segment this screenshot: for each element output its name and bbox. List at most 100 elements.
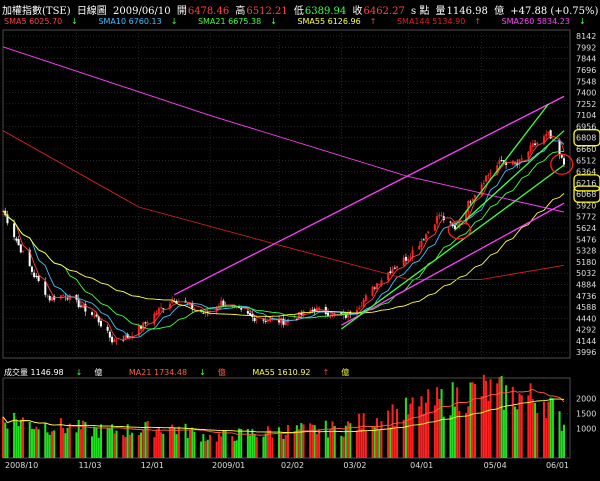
volume-bar — [184, 423, 187, 458]
candle-body — [527, 151, 530, 159]
volume-bar — [233, 440, 236, 458]
volume-bar — [253, 433, 256, 458]
volume-bar — [505, 385, 508, 458]
candle-body — [547, 131, 550, 133]
candle-body — [160, 307, 163, 309]
volume-bar — [160, 432, 163, 458]
volume-bar — [520, 395, 523, 458]
volume-bar — [249, 435, 252, 458]
candle-body — [534, 143, 537, 145]
candle-body — [162, 308, 165, 310]
candle-body — [318, 307, 321, 309]
candle-body — [449, 221, 452, 223]
price-tick-label: 4144 — [576, 337, 596, 346]
volume-bar — [108, 427, 111, 458]
candle-body — [404, 256, 407, 261]
price-tick-label: 4440 — [576, 314, 596, 323]
volume-bar — [131, 432, 134, 458]
volume-bar — [551, 398, 554, 458]
channel-lower — [340, 164, 565, 330]
volume-bar — [342, 436, 345, 458]
volume-bar — [188, 430, 192, 458]
volume-bar — [124, 437, 127, 458]
candle-body — [422, 239, 425, 241]
candle-body — [264, 320, 267, 322]
candle-body — [402, 257, 405, 266]
volume-bar — [62, 428, 65, 458]
date-tick-label: 04/01 — [410, 461, 433, 470]
candle-body — [33, 272, 36, 278]
price-tick-label: 3996 — [576, 348, 596, 357]
candle-body — [375, 283, 379, 290]
price-tick-label: 7252 — [576, 100, 596, 109]
candle-body — [362, 299, 365, 307]
price-tick-label: 5328 — [576, 247, 596, 256]
volume-bar — [458, 410, 461, 458]
date-tick-label: 2008/10 — [5, 461, 38, 470]
candle-body — [498, 160, 501, 164]
volume-bar — [373, 427, 376, 458]
ma-line-144 — [2, 130, 565, 280]
price-tick-label: 5772 — [576, 213, 596, 222]
volume-bar — [529, 383, 532, 458]
candle-body — [157, 308, 160, 315]
candle-body — [48, 296, 51, 301]
volume-bar — [246, 429, 249, 458]
volume-bar — [115, 430, 118, 458]
candle-body — [79, 305, 82, 307]
candle-body — [358, 307, 361, 310]
volume-bar — [128, 434, 131, 458]
candle-body — [420, 240, 423, 248]
volume-bar — [209, 434, 212, 458]
price-tick-label: 7696 — [576, 66, 596, 75]
candle-body — [155, 312, 158, 316]
candle-body — [489, 172, 492, 174]
candle-body — [66, 298, 69, 300]
volume-bar — [411, 397, 414, 458]
price-tick-label: 5624 — [576, 224, 596, 233]
volume-bar — [271, 437, 274, 458]
volume-bar — [375, 418, 379, 458]
price-tick-label: 7844 — [576, 55, 596, 64]
volume-bar — [545, 418, 548, 458]
volume-bar — [231, 436, 234, 458]
volume-bar — [427, 389, 430, 458]
candle-body — [13, 223, 16, 238]
volume-bar — [6, 428, 9, 458]
volume-bar — [222, 429, 225, 458]
volume-bar — [436, 387, 439, 458]
volume-bar — [456, 387, 459, 458]
volume-bar — [360, 428, 363, 458]
volume-bar — [30, 428, 33, 458]
volume-bar — [175, 434, 178, 458]
candle-body — [378, 284, 381, 286]
candle-body — [436, 216, 439, 224]
volume-bar — [340, 435, 343, 458]
volume-bar — [237, 428, 240, 458]
candle-body — [284, 321, 287, 326]
volume-bar — [389, 427, 392, 458]
candle-body — [293, 317, 296, 319]
candle-body — [99, 320, 102, 327]
volume-bar — [142, 429, 145, 458]
volume-bar — [140, 432, 143, 458]
candle-body — [520, 158, 523, 160]
volume-bar — [511, 386, 514, 458]
volume-tick-label: 1500 — [576, 410, 596, 419]
candle-body — [438, 214, 441, 217]
candle-body — [473, 194, 476, 198]
volume-bar — [200, 441, 203, 458]
volume-bar — [402, 419, 405, 458]
volume-bar — [442, 416, 445, 458]
candle-body — [424, 234, 427, 240]
volume-bar — [516, 409, 519, 458]
candle-body — [396, 266, 399, 269]
candle-body — [529, 145, 532, 153]
candle-body — [95, 314, 98, 317]
candle-body — [407, 258, 410, 262]
volume-bar — [449, 415, 452, 458]
volume-bar — [387, 410, 390, 458]
candle-body — [202, 312, 205, 314]
candle-body — [108, 331, 111, 338]
volume-bar — [500, 375, 503, 458]
